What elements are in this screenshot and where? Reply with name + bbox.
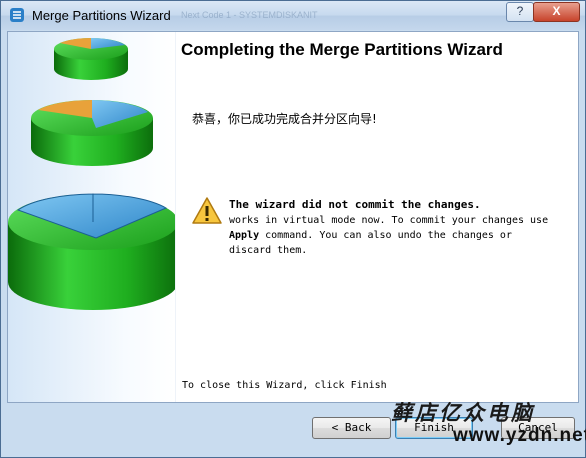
warning-line-2: Apply command. You can also undo the cha… bbox=[229, 228, 574, 243]
close-button[interactable]: X bbox=[533, 2, 580, 22]
warning-icon bbox=[192, 197, 222, 224]
background-window-title: Next Code 1 - SYSTEMDISKANIT bbox=[181, 10, 318, 20]
app-icon bbox=[10, 8, 24, 22]
warning-line-1: works in virtual mode now. To commit you… bbox=[229, 215, 549, 226]
congratulations-text: 恭喜，你已成功完成合并分区向导! bbox=[192, 112, 377, 126]
warning-line-3: discard them. bbox=[229, 245, 308, 256]
wizard-content: Completing the Merge Partitions Wizard 恭… bbox=[7, 31, 579, 403]
side-panel bbox=[8, 32, 178, 402]
help-button[interactable]: ? bbox=[506, 2, 534, 22]
close-instruction: To close this Wizard, click Finish bbox=[182, 380, 387, 391]
window-title: Merge Partitions Wizard bbox=[32, 8, 171, 23]
apply-keyword: Apply bbox=[229, 230, 260, 241]
back-button[interactable]: < Back bbox=[312, 417, 391, 439]
warning-message: works in virtual mode now. To commit you… bbox=[229, 213, 574, 258]
partition-disks-illustration bbox=[8, 38, 178, 310]
warning-line-2-rest: command. You can also undo the changes o… bbox=[259, 230, 512, 241]
page-title: Completing the Merge Partitions Wizard bbox=[181, 40, 503, 59]
warning-title: The wizard did not commit the changes. bbox=[229, 198, 481, 211]
wizard-window: Merge Partitions Wizard Next Code 1 - SY… bbox=[0, 0, 586, 458]
side-panel-divider bbox=[175, 32, 176, 402]
watermark-url: www.yzdn.net bbox=[453, 425, 586, 446]
watermark-text: 藓店亿众电脑 bbox=[391, 400, 535, 425]
title-bar[interactable]: Merge Partitions Wizard Next Code 1 - SY… bbox=[1, 1, 585, 30]
